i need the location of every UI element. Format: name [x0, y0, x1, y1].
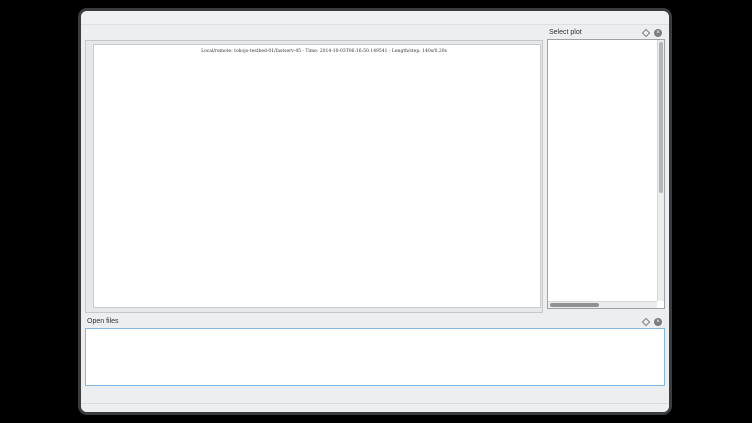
- open-files-dock-header: Open files ×: [85, 315, 665, 328]
- plot-caption: Local/remote: tohojo-testbed-01/fastserv…: [94, 49, 540, 54]
- app-window: Local/remote: tohojo-testbed-01/fastserv…: [78, 8, 672, 415]
- plot-tab-page: Local/remote: tohojo-testbed-01/fastserv…: [85, 40, 543, 313]
- open-files-table[interactable]: [85, 328, 665, 386]
- scrollbar-thumb[interactable]: [550, 303, 599, 307]
- plot-list: [547, 39, 665, 309]
- dock-close-icon[interactable]: ×: [654, 29, 662, 37]
- select-plot-dock-header: Select plot ×: [547, 26, 665, 39]
- plot-list-horizontal-scrollbar[interactable]: [548, 301, 657, 308]
- plot-list-items: [548, 40, 657, 301]
- status-bar: [81, 403, 669, 413]
- select-plot-dock-title: Select plot: [547, 29, 582, 36]
- plot-list-vertical-scrollbar[interactable]: [657, 40, 664, 301]
- scrollbar-thumb[interactable]: [659, 42, 663, 193]
- menubar: [81, 11, 669, 25]
- dock-float-icon[interactable]: [642, 317, 650, 325]
- select-plot-dock: Select plot ×: [547, 26, 665, 309]
- plot-canvas[interactable]: Local/remote: tohojo-testbed-01/fastserv…: [93, 44, 541, 308]
- dock-close-icon[interactable]: ×: [654, 318, 662, 326]
- open-files-dock: Open files ×: [85, 315, 665, 386]
- open-files-dock-title: Open files: [85, 318, 119, 325]
- dock-float-icon[interactable]: [642, 28, 650, 36]
